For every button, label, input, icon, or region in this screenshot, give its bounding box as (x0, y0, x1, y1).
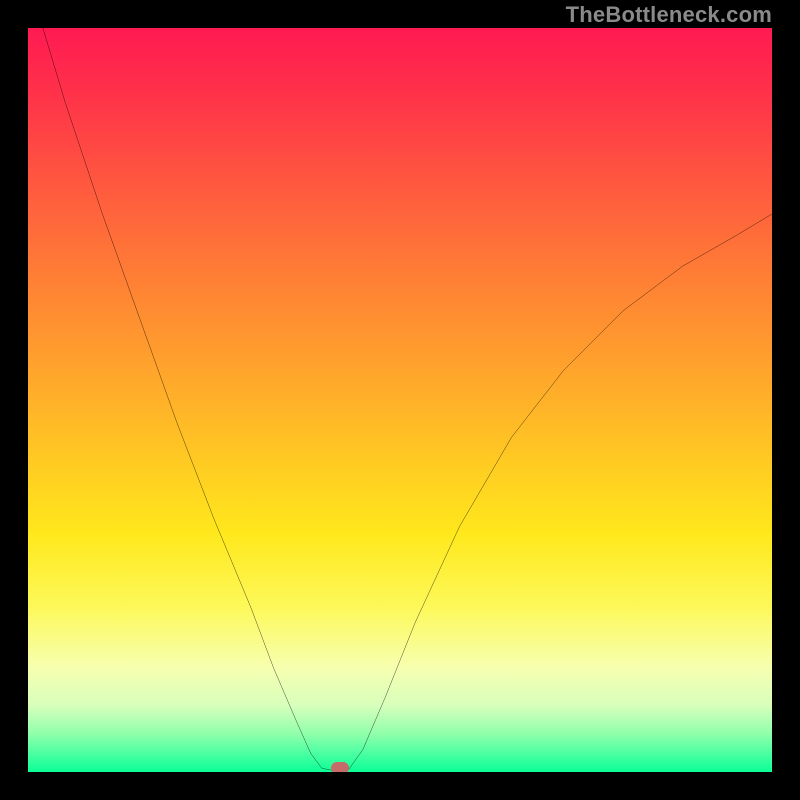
bottleneck-curve (28, 28, 772, 772)
plot-area (28, 28, 772, 772)
chart-frame: TheBottleneck.com (0, 0, 800, 800)
optimal-point-marker (331, 762, 349, 772)
watermark-text: TheBottleneck.com (566, 2, 772, 28)
